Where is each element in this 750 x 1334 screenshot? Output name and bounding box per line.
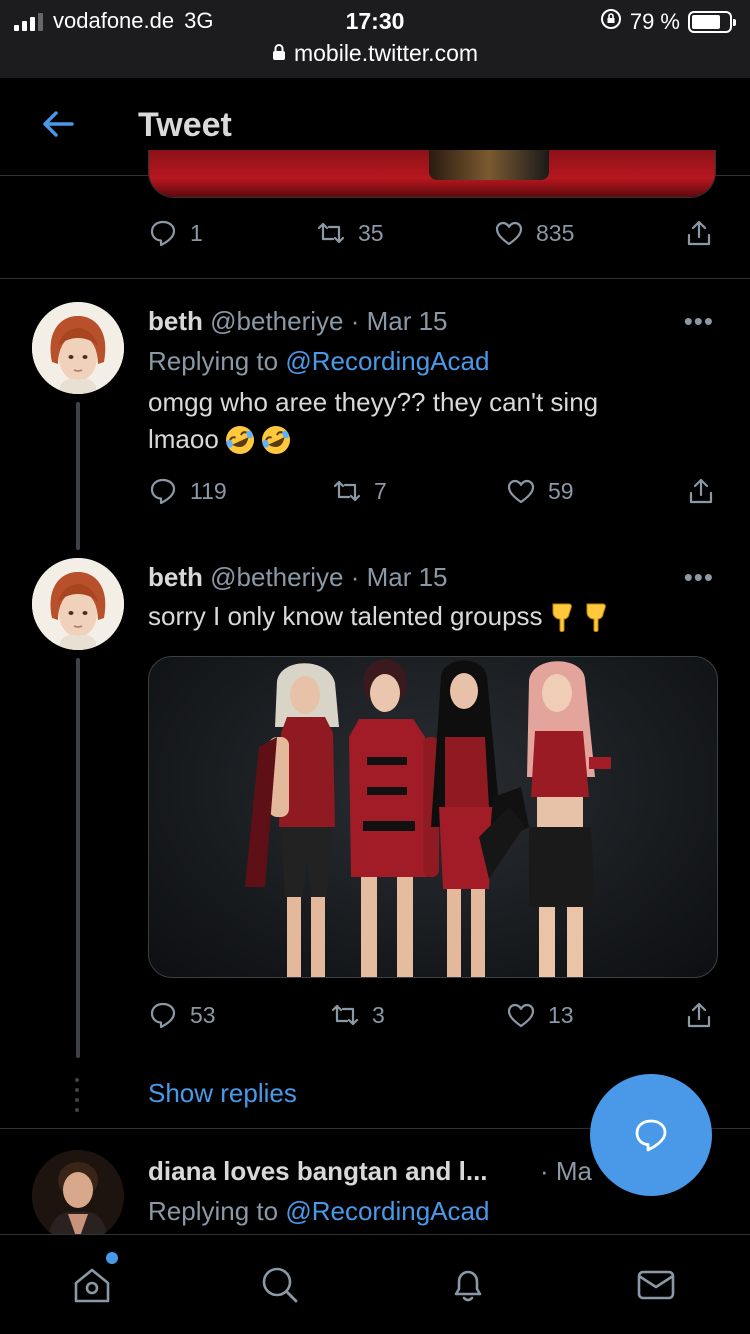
display-name[interactable]: diana loves bangtan and l... [148, 1156, 488, 1186]
like-button[interactable]: 835 [494, 218, 574, 248]
display-name[interactable]: beth [148, 562, 203, 592]
battery-icon [688, 11, 736, 33]
prev-tweet-actions: 1 35 835 [148, 218, 718, 258]
battery-percent: 79 % [629, 9, 680, 34]
retweet-count: 3 [372, 1001, 385, 1028]
tweet-text: sorry I only know talented groupss 👇👇 [148, 598, 708, 635]
tweet-text: omgg who aree theyy?? they can't sing lm… [148, 384, 708, 458]
tweet-photo[interactable] [148, 656, 718, 978]
show-replies-link[interactable]: Show replies [148, 1078, 297, 1109]
status-right: 79 % [600, 8, 736, 36]
replying-label: Replying to [148, 346, 279, 376]
heart-icon [495, 221, 523, 246]
tweet-actions: 53 3 13 [148, 1000, 718, 1040]
tweet-date[interactable]: · Mar 15 [351, 562, 448, 592]
like-count: 835 [536, 219, 575, 246]
replying-label: Replying to [148, 1196, 279, 1226]
new-tweets-indicator [106, 1252, 118, 1264]
tweet-actions: 119 7 59 [148, 476, 718, 516]
reply-icon [150, 1002, 176, 1029]
avatar[interactable] [32, 1150, 124, 1242]
replying-to: Replying to @RecordingAcad [148, 1196, 489, 1227]
like-button[interactable]: 13 [506, 1000, 574, 1030]
share-icon [687, 1002, 711, 1028]
bottom-nav [0, 1234, 750, 1334]
home-icon [74, 1268, 110, 1303]
retweet-button[interactable]: 7 [332, 476, 387, 506]
share-button[interactable] [684, 218, 714, 248]
display-name[interactable]: beth [148, 306, 203, 336]
heart-icon [507, 479, 535, 504]
retweet-icon [331, 1004, 359, 1026]
reply-button[interactable]: 119 [148, 476, 227, 506]
avatar[interactable] [32, 558, 124, 650]
reply-count: 119 [190, 477, 227, 504]
pointing-down-emoji [547, 600, 611, 634]
retweet-count: 7 [374, 477, 387, 504]
reply-button[interactable]: 1 [148, 218, 203, 248]
lock-icon [272, 40, 286, 67]
like-count: 13 [548, 1001, 574, 1028]
page-title: Tweet [138, 106, 232, 144]
reply-icon [150, 220, 176, 247]
nav-notifications[interactable] [446, 1263, 490, 1307]
thread-line [76, 658, 80, 1058]
share-button[interactable] [686, 476, 716, 506]
compose-reply-button[interactable] [590, 1074, 712, 1196]
replying-handle[interactable]: @RecordingAcad [285, 1196, 489, 1226]
share-button[interactable] [684, 1000, 714, 1030]
user-handle[interactable]: @betheriye [210, 562, 343, 592]
tweet-header: beth @betheriye · Mar 15 [148, 306, 448, 337]
search-icon [262, 1267, 298, 1303]
retweet-button[interactable]: 3 [330, 1000, 385, 1030]
nav-search[interactable] [258, 1263, 302, 1307]
tweet-date[interactable]: · Ma [540, 1156, 592, 1187]
thread-line [76, 402, 80, 550]
url-text: mobile.twitter.com [293, 40, 479, 66]
nav-messages[interactable] [634, 1263, 678, 1307]
reply-button[interactable]: 53 [148, 1000, 216, 1030]
reply-count: 1 [190, 219, 203, 246]
retweet-count: 35 [358, 219, 384, 246]
retweet-button[interactable]: 35 [316, 218, 384, 248]
reply-icon [150, 478, 176, 505]
reply-count: 53 [190, 1001, 216, 1028]
share-icon [689, 478, 713, 504]
tweet-text-line: lmaoo [148, 424, 219, 454]
back-button[interactable] [38, 104, 78, 144]
tweet-date[interactable]: · Mar 15 [351, 306, 448, 336]
rofl-emoji [223, 423, 293, 457]
tweet-header: diana loves bangtan and l... [148, 1156, 488, 1187]
rotation-lock-icon [600, 8, 622, 36]
more-options-button[interactable]: ••• [684, 306, 714, 337]
heart-icon [507, 1003, 535, 1028]
retweet-icon [333, 480, 361, 502]
thread-dots [74, 1078, 80, 1112]
tweet-divider [0, 278, 750, 279]
url-bar[interactable]: mobile.twitter.com [0, 40, 750, 67]
like-count: 59 [548, 477, 574, 504]
replying-to: Replying to @RecordingAcad [148, 346, 489, 377]
user-handle[interactable]: @betheriye [210, 306, 343, 336]
nav-home[interactable] [70, 1263, 114, 1307]
like-button[interactable]: 59 [506, 476, 574, 506]
arrow-left-icon [43, 111, 74, 137]
tweet-header: beth @betheriye · Mar 15 [148, 562, 448, 593]
prev-tweet-media[interactable] [148, 150, 716, 198]
more-options-button[interactable]: ••• [684, 562, 714, 593]
status-bar: vodafone.de 3G 17:30 79 % mobile.twitter… [0, 0, 750, 78]
retweet-icon [317, 222, 345, 244]
replying-handle[interactable]: @RecordingAcad [285, 346, 489, 376]
compose-reply-icon [635, 1119, 667, 1152]
tweet-text-line: omgg who aree theyy?? they can't sing [148, 387, 599, 417]
mail-icon [637, 1270, 675, 1300]
tweet-text-line: sorry I only know talented groupss [148, 601, 543, 631]
avatar[interactable] [32, 302, 124, 394]
share-icon [687, 220, 711, 246]
bell-icon [454, 1270, 482, 1302]
